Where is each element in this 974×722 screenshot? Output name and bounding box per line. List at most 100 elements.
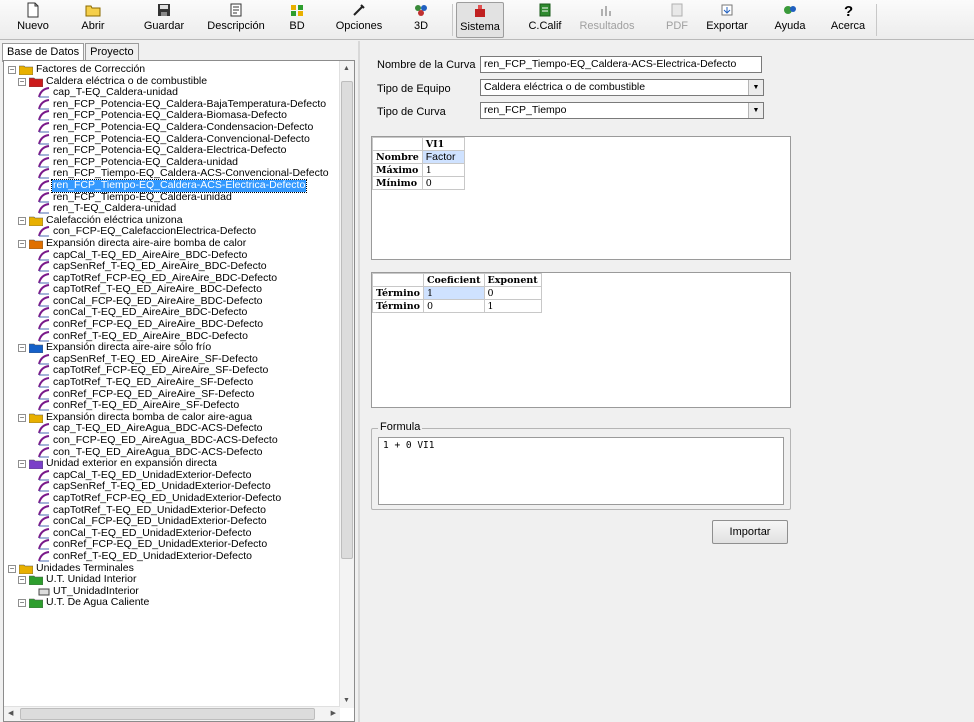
opciones-button[interactable]: Opciones xyxy=(333,2,385,38)
tree-item-label: capTotRef_T-EQ_ED_AireAire_SF-Defecto xyxy=(53,376,254,389)
acerca-button[interactable]: ? Acerca xyxy=(830,2,866,38)
tree-item[interactable]: conRef_FCP-EQ_ED_AireAire_BDC-Defecto xyxy=(4,318,340,331)
formula-textarea[interactable]: 1 + 0 VI1 xyxy=(378,437,784,505)
tree-collapse-icon[interactable]: − xyxy=(18,77,26,86)
chevron-down-icon[interactable]: ▼ xyxy=(748,80,763,95)
curve-icon xyxy=(38,469,50,481)
cell-nombre-value[interactable]: Factor xyxy=(421,150,465,164)
chevron-down-icon[interactable]: ▼ xyxy=(748,103,763,118)
tree-collapse-icon[interactable]: − xyxy=(18,460,26,469)
folder-icon xyxy=(19,564,33,574)
tree-item[interactable]: conRef_T-EQ_ED_UnidadExterior-Defecto xyxy=(4,550,340,563)
descripcion-button[interactable]: Descripción xyxy=(205,2,267,38)
bd-button[interactable]: BD xyxy=(286,2,308,38)
tipo-curva-select[interactable]: ren_FCP_Tiempo ▼ xyxy=(480,102,764,119)
cell-termino-1-coef[interactable]: 1 xyxy=(422,286,485,300)
tree-collapse-icon[interactable]: − xyxy=(8,66,16,74)
tree-vertical-scroll-thumb[interactable] xyxy=(341,81,353,559)
bd-label: BD xyxy=(289,20,305,32)
results-chart-icon xyxy=(601,6,611,16)
abrir-button[interactable]: Abrir xyxy=(76,2,110,38)
tree-item-label: con_FCP-EQ_ED_AireAgua_BDC-ACS-Defecto xyxy=(53,434,278,446)
tree-item-label: U.T. De Agua Caliente xyxy=(46,596,150,609)
curve-icon xyxy=(38,388,50,400)
pdf-document-icon xyxy=(671,3,683,17)
tree-vertical-scrollbar[interactable]: ▲ ▼ xyxy=(339,61,354,708)
cell-termino-1-exp[interactable]: 0 xyxy=(483,286,542,300)
importar-button[interactable]: Importar xyxy=(712,520,788,544)
tree-collapse-icon[interactable]: − xyxy=(18,576,26,585)
nombre-curva-label: Nombre de la Curva xyxy=(377,59,476,71)
scroll-up-arrow-icon[interactable]: ▲ xyxy=(343,65,350,72)
cell-termino-2-coef[interactable]: 0 xyxy=(422,299,485,313)
curve-icon xyxy=(38,550,50,562)
exportar-button[interactable]: Exportar xyxy=(705,2,749,38)
folder-icon xyxy=(29,599,43,609)
curve-icon xyxy=(38,516,50,527)
tree-horizontal-scrollbar[interactable]: ◀ ▶ xyxy=(4,706,340,721)
tree-collapse-icon[interactable]: − xyxy=(18,239,26,248)
tree-collapse-icon[interactable]: − xyxy=(8,564,16,573)
tab-proyecto[interactable]: Proyecto xyxy=(85,43,139,61)
tree-folder-node[interactable]: − U.T. Unidad Interior xyxy=(4,574,340,586)
database-icon xyxy=(291,5,303,16)
nombre-curva-input[interactable]: ren_FCP_Tiempo-EQ_Caldera-ACS-Electrica-… xyxy=(480,56,762,73)
guardar-button[interactable]: Guardar xyxy=(143,2,185,38)
3d-button[interactable]: 3D xyxy=(412,2,430,38)
sistema-button[interactable]: Sistema xyxy=(456,2,504,38)
toolbar-separator xyxy=(452,4,453,36)
tree-item[interactable]: capTotRef_T-EQ_ED_AireAire_SF-Defecto xyxy=(4,376,340,389)
tree-item[interactable]: ren_FCP_Potencia-EQ_Caldera-Condensacion… xyxy=(4,121,340,134)
folder-icon xyxy=(29,413,43,423)
curve-icon xyxy=(38,319,50,330)
tree-folder-node[interactable]: − U.T. De Agua Caliente xyxy=(4,597,340,609)
cell-termino-2-exp[interactable]: 1 xyxy=(483,299,542,313)
scroll-left-arrow-icon[interactable]: ◀ xyxy=(8,709,13,717)
scroll-right-arrow-icon[interactable]: ▶ xyxy=(331,709,336,717)
unit-icon xyxy=(38,588,50,596)
ccalif-button[interactable]: C.Calif xyxy=(528,2,562,38)
panel-splitter[interactable] xyxy=(358,41,360,722)
tree-item[interactable]: ren_T-EQ_Caldera-unidad xyxy=(4,203,340,215)
tree-item[interactable]: capSenRef_T-EQ_ED_AireAire_BDC-Defecto xyxy=(4,260,340,273)
description-icon xyxy=(230,3,242,17)
open-folder-icon xyxy=(85,5,101,17)
tree-collapse-icon[interactable]: − xyxy=(18,216,26,225)
tree-item[interactable]: conCal_FCP-EQ_ED_UnidadExterior-Defecto xyxy=(4,516,340,528)
tipo-equipo-select[interactable]: Caldera eléctrica o de combustible ▼ xyxy=(480,79,764,96)
pdf-button[interactable]: PDF xyxy=(666,2,688,38)
tree-item[interactable]: con_FCP-EQ_ED_AireAgua_BDC-ACS-Defecto xyxy=(4,434,340,447)
tree-collapse-icon[interactable]: − xyxy=(18,599,26,608)
tree-folder-node[interactable]: − Factores de Corrección xyxy=(4,64,340,76)
tree-collapse-icon[interactable]: − xyxy=(18,344,26,353)
tree-item-label: U.T. Unidad Interior xyxy=(46,573,137,586)
tree-collapse-icon[interactable]: − xyxy=(18,413,26,422)
tree-item[interactable]: ren_FCP_Tiempo-EQ_Caldera-ACS-Electrica-… xyxy=(4,178,340,193)
curve-icon xyxy=(38,492,50,504)
tree-folder-node[interactable]: − Expansión directa aire-aire bomba de ca… xyxy=(4,237,340,250)
curve-icon xyxy=(38,446,50,458)
cell-maximo-value[interactable]: 1 xyxy=(421,163,465,177)
tree-item-label: capSenRef_T-EQ_ED_AireAire_BDC-Defecto xyxy=(53,260,267,273)
toolbar-separator-end xyxy=(876,4,877,36)
row-label-termino-1: Término xyxy=(372,286,424,300)
nuevo-button[interactable]: Nuevo xyxy=(16,2,50,38)
cell-minimo-value[interactable]: 0 xyxy=(421,176,465,190)
tree-item[interactable]: ren_FCP_Potencia-EQ_Caldera-Electrica-De… xyxy=(4,145,340,157)
resultados-button[interactable]: Resultados xyxy=(579,2,635,38)
tree-item-label: ren_FCP_Potencia-EQ_Caldera-Electrica-De… xyxy=(53,144,287,157)
curve-icon xyxy=(38,203,50,214)
opciones-label: Opciones xyxy=(335,20,383,32)
curve-icon xyxy=(38,377,50,388)
tree-item[interactable]: capTotRef_FCP-EQ_ED_UnidadExterior-Defec… xyxy=(4,492,340,505)
curve-icon xyxy=(38,539,50,550)
folder-icon xyxy=(29,239,43,249)
folder-icon xyxy=(29,216,43,226)
question-mark-icon: ? xyxy=(844,3,853,18)
save-disk-icon xyxy=(158,4,170,16)
curve-icon xyxy=(38,330,50,342)
ayuda-button[interactable]: Ayuda xyxy=(773,2,807,38)
tree-horizontal-scroll-thumb[interactable] xyxy=(20,708,315,720)
variables-table: VI1 Nombre Factor Máximo 1 Mínimo 0 xyxy=(372,137,465,190)
scroll-down-arrow-icon[interactable]: ▼ xyxy=(343,697,350,704)
